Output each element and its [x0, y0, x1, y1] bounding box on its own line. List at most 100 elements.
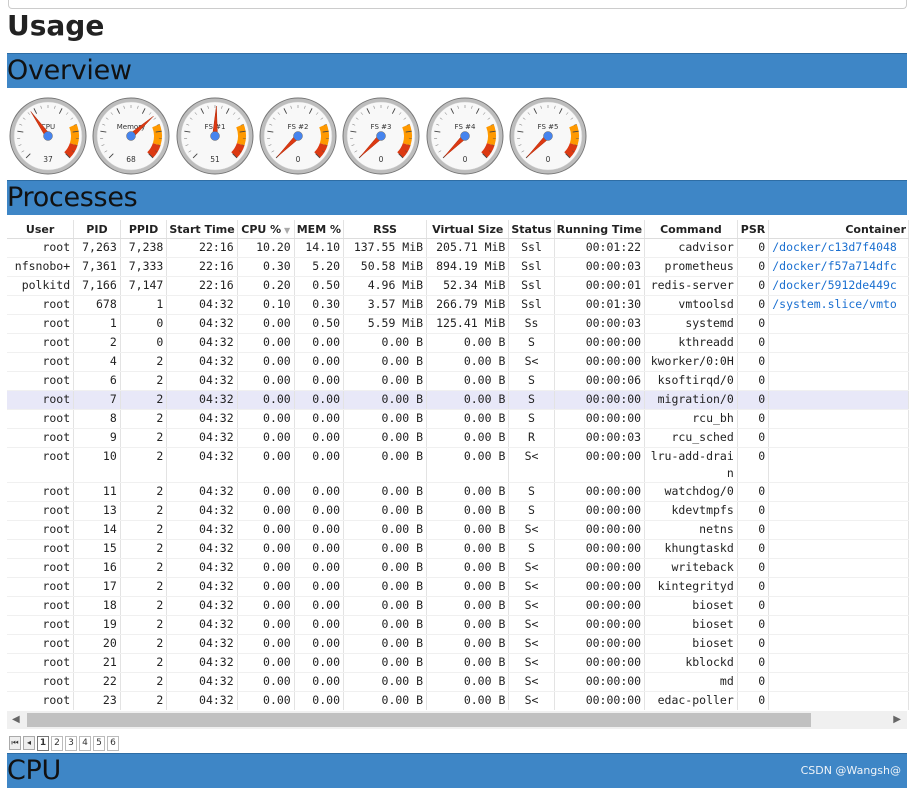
column-header-start-time[interactable]: Start Time	[166, 220, 238, 239]
table-row[interactable]: root 7,263 7,238 22:16 10.20 14.10 137.55 MiB 2…	[7, 238, 909, 258]
table-row[interactable]: root 15 2 04:32 0.00 0.00 0.00 B 0.00 B S 00:00:0…	[7, 539, 909, 559]
section-title: Overview	[7, 55, 132, 86]
first-page-icon[interactable]: ⏮	[9, 736, 21, 750]
cell-rss: 0.00 B	[343, 352, 428, 372]
cell-container	[768, 653, 909, 673]
cell-virtual-size: 125.41 MiB	[426, 314, 510, 334]
cell-ppid: 0	[120, 333, 168, 353]
table-row[interactable]: root 20 2 04:32 0.00 0.00 0.00 B 0.00 B S< 00:00:…	[7, 634, 909, 654]
gauge-label: FS #4	[454, 123, 475, 131]
cell-virtual-size: 266.79 MiB	[426, 295, 510, 315]
cell-command: bioset	[644, 615, 738, 635]
cell-command: md	[644, 672, 738, 692]
cell-rss: 0.00 B	[343, 615, 428, 635]
cell-ppid: 2	[120, 520, 168, 540]
cell-running-time: 00:00:00	[554, 539, 646, 559]
cell-start-time: 04:32	[166, 691, 238, 710]
cell-psr: 0	[737, 409, 770, 429]
prev-page-icon[interactable]: ◂	[23, 736, 35, 750]
table-row[interactable]: root 6 2 04:32 0.00 0.00 0.00 B 0.00 B S 00:00:06…	[7, 371, 909, 391]
column-header-virtual-size[interactable]: Virtual Size	[426, 220, 510, 239]
cell-command: kblockd	[644, 653, 738, 673]
cell-virtual-size: 0.00 B	[426, 558, 510, 578]
cell-virtual-size: 0.00 B	[426, 371, 510, 391]
table-row[interactable]: root 16 2 04:32 0.00 0.00 0.00 B 0.00 B S< 00:00:…	[7, 558, 909, 578]
cell-rss: 0.00 B	[343, 520, 428, 540]
column-header-ppid[interactable]: PPID	[120, 220, 168, 239]
table-row[interactable]: root 1 0 04:32 0.00 0.50 5.59 MiB 125.41 MiB Ss 0…	[7, 314, 909, 334]
scrollbar-thumb[interactable]	[27, 713, 811, 727]
column-header-user[interactable]: User	[7, 220, 75, 239]
page-button-1[interactable]: 1	[37, 735, 49, 751]
cell-mem: 0.00	[294, 333, 345, 353]
gauge-value: 37	[43, 155, 53, 164]
column-header-cpu[interactable]: CPU % ▼	[237, 220, 295, 239]
table-row[interactable]: root 14 2 04:32 0.00 0.00 0.00 B 0.00 B S< 00:00:…	[7, 520, 909, 540]
cell-command: edac-poller	[644, 691, 738, 710]
column-header-running-time[interactable]: Running Time	[554, 220, 646, 239]
cell-start-time: 04:32	[166, 501, 238, 521]
cell-mem: 0.00	[294, 409, 345, 429]
table-row[interactable]: root 18 2 04:32 0.00 0.00 0.00 B 0.00 B S< 00:00:…	[7, 596, 909, 616]
column-header-container[interactable]: Container	[768, 220, 909, 239]
table-row[interactable]: root 4 2 04:32 0.00 0.00 0.00 B 0.00 B S< 00:00:0…	[7, 352, 909, 372]
cell-ppid: 2	[120, 558, 168, 578]
cell-status: S	[508, 539, 555, 559]
column-header-label: Virtual Size	[432, 222, 504, 236]
table-row[interactable]: root 22 2 04:32 0.00 0.00 0.00 B 0.00 B S< 00:00:…	[7, 672, 909, 692]
cell-container[interactable]: /docker/5912de449c	[768, 276, 909, 296]
page-button-4[interactable]: 4	[79, 735, 91, 751]
cell-mem: 5.20	[294, 257, 345, 277]
table-row[interactable]: root 21 2 04:32 0.00 0.00 0.00 B 0.00 B S< 00:00:…	[7, 653, 909, 673]
cell-command: bioset	[644, 596, 738, 616]
page-button-6[interactable]: 6	[107, 735, 119, 751]
cell-psr: 0	[737, 428, 770, 448]
cell-user: polkitd	[7, 276, 75, 296]
column-header-status[interactable]: Status	[508, 220, 555, 239]
column-header-command[interactable]: Command	[644, 220, 738, 239]
table-row[interactable]: root 678 1 04:32 0.10 0.30 3.57 MiB 266.79 MiB S…	[7, 295, 909, 315]
cell-container	[768, 352, 909, 372]
cell-pid: 7,166	[73, 276, 121, 296]
table-row[interactable]: root 8 2 04:32 0.00 0.00 0.00 B 0.00 B S 00:00:00…	[7, 409, 909, 429]
cell-container[interactable]: /docker/c13d7f4048	[768, 238, 909, 258]
cell-command: lru-add-drain	[644, 447, 738, 483]
gauge-value: 0	[379, 155, 384, 164]
cell-cpu: 0.00	[237, 539, 295, 559]
table-row[interactable]: root 13 2 04:32 0.00 0.00 0.00 B 0.00 B S 00:00:0…	[7, 501, 909, 521]
cell-running-time: 00:00:03	[554, 314, 646, 334]
table-row[interactable]: root 19 2 04:32 0.00 0.00 0.00 B 0.00 B S< 00:00:…	[7, 615, 909, 635]
cell-pid: 7,263	[73, 238, 121, 258]
page-button-3[interactable]: 3	[65, 735, 77, 751]
column-header-mem[interactable]: MEM %	[294, 220, 345, 239]
cell-command: ksoftirqd/0	[644, 371, 738, 391]
table-row[interactable]: polkitd 7,166 7,147 22:16 0.20 0.50 4.96 MiB 52…	[7, 276, 909, 296]
column-header-psr[interactable]: PSR	[737, 220, 770, 239]
cell-command: migration/0	[644, 390, 738, 410]
cell-container[interactable]: /system.slice/vmto	[768, 295, 909, 315]
table-row[interactable]: root 17 2 04:32 0.00 0.00 0.00 B 0.00 B S< 00:00:…	[7, 577, 909, 597]
column-header-pid[interactable]: PID	[73, 220, 121, 239]
cell-cpu: 0.00	[237, 672, 295, 692]
table-row[interactable]: root 10 2 04:32 0.00 0.00 0.00 B 0.00 B S< 00:00:…	[7, 447, 909, 483]
scroll-left-icon[interactable]: ◀	[12, 714, 20, 725]
cell-mem: 0.00	[294, 352, 345, 372]
cell-status: S<	[508, 653, 555, 673]
horizontal-scrollbar[interactable]: ◀ ▶	[7, 711, 907, 729]
cell-container	[768, 428, 909, 448]
scroll-right-icon[interactable]: ▶	[893, 714, 901, 725]
cell-start-time: 04:32	[166, 634, 238, 654]
table-row[interactable]: root 23 2 04:32 0.00 0.00 0.00 B 0.00 B S< 00:00:…	[7, 691, 909, 710]
table-row[interactable]: nfsnobo+ 7,361 7,333 22:16 0.30 5.20 50.58 MiB…	[7, 257, 909, 277]
cell-container[interactable]: /docker/f57a714dfc	[768, 257, 909, 277]
table-row[interactable]: root 9 2 04:32 0.00 0.00 0.00 B 0.00 B R 00:00:03…	[7, 428, 909, 448]
table-row[interactable]: root 2 0 04:32 0.00 0.00 0.00 B 0.00 B S 00:00:00…	[7, 333, 909, 353]
table-row[interactable]: root 11 2 04:32 0.00 0.00 0.00 B 0.00 B S 00:00:0…	[7, 482, 909, 502]
table-row[interactable]: root 7 2 04:32 0.00 0.00 0.00 B 0.00 B S 00:00:00…	[7, 390, 909, 410]
page-button-5[interactable]: 5	[93, 735, 105, 751]
cell-ppid: 2	[120, 482, 168, 502]
column-header-label: Start Time	[169, 222, 235, 236]
column-header-rss[interactable]: RSS	[343, 220, 428, 239]
cell-status: S	[508, 409, 555, 429]
page-button-2[interactable]: 2	[51, 735, 63, 751]
